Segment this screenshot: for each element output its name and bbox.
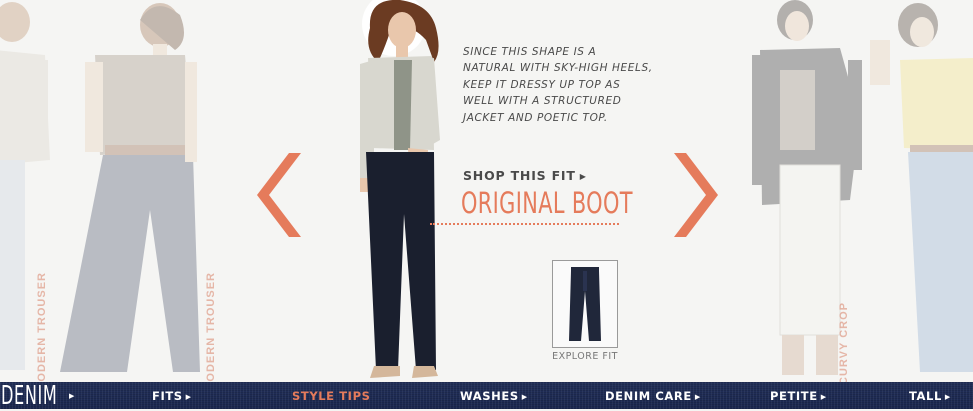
side-model-left[interactable]: [55, 0, 205, 382]
explore-fit-thumbnail[interactable]: [552, 260, 618, 348]
caret-right-icon: ▶: [521, 393, 528, 401]
fit-name-underline: [430, 223, 619, 225]
denim-logo[interactable]: DENIM: [1, 383, 57, 409]
shop-this-fit-link[interactable]: SHOP THIS FIT ▶: [463, 168, 587, 183]
caret-right-icon: ▶: [579, 172, 587, 181]
nav-item-label: FITS: [152, 389, 183, 403]
style-tip-description: Since this shape is a natural with sky-h…: [463, 46, 653, 124]
chevron-right-icon[interactable]: [674, 153, 718, 237]
nav-item-tall[interactable]: TALL ▶: [909, 389, 951, 403]
nav-item-denim-care[interactable]: DENIM CARE ▶: [605, 389, 701, 403]
nav-item-style-tips[interactable]: STYLE TIPS: [292, 389, 370, 403]
side-model-far-right[interactable]: [870, 0, 973, 382]
caret-right-icon: ▶: [185, 393, 192, 401]
nav-item-label: TALL: [909, 389, 942, 403]
side-fit-label-left-1: MODERN TROUSER: [36, 272, 48, 382]
shop-this-fit-label: SHOP THIS FIT: [463, 168, 576, 183]
side-fit-label-left-2: MODERN TROUSER: [205, 272, 217, 382]
side-model-right[interactable]: [750, 0, 875, 382]
nav-item-label: WASHES: [460, 389, 519, 403]
hero-model-image: [360, 0, 440, 378]
nav-item-label: DENIM CARE: [605, 389, 692, 403]
nav-item-label: PETITE: [770, 389, 818, 403]
explore-fit-label[interactable]: EXPLORE FIT: [548, 351, 622, 362]
bottom-navigation: DENIM ▶ FITS ▶ STYLE TIPS WASHES ▶ DENIM C…: [0, 382, 973, 409]
nav-item-label: STYLE TIPS: [292, 389, 371, 403]
caret-right-icon: ▶: [820, 393, 827, 401]
nav-item-fits[interactable]: FITS ▶: [152, 389, 192, 403]
caret-right-icon: ▶: [694, 393, 701, 401]
caret-right-icon: ▶: [944, 393, 951, 401]
jeans-thumbnail-image: [569, 267, 601, 341]
carousel-stage: MODERN TROUSER MODERN TROUSER CURVY CROP…: [0, 0, 973, 382]
nav-item-petite[interactable]: PETITE ▶: [770, 389, 827, 403]
fit-name-link[interactable]: ORIGINAL BOOT: [461, 186, 633, 220]
side-model-far-left[interactable]: [0, 0, 60, 382]
nav-item-washes[interactable]: WASHES ▶: [460, 389, 528, 403]
caret-right-icon: ▶: [69, 393, 75, 400]
chevron-left-icon[interactable]: [257, 153, 301, 237]
side-fit-label-right-1: CURVY CROP: [838, 302, 850, 382]
